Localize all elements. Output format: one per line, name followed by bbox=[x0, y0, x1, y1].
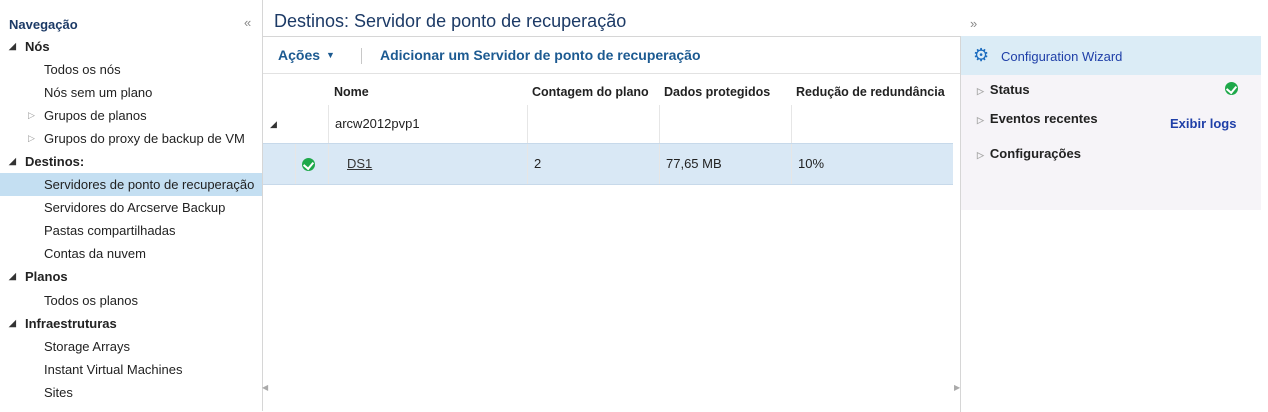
status-ok-icon bbox=[302, 158, 315, 172]
nav-group-label: Infraestruturas bbox=[25, 316, 117, 331]
nav-group-label: Planos bbox=[25, 269, 68, 284]
nav-item-label: Todos os nós bbox=[44, 62, 121, 77]
protected-data-cell: 77,65 MB bbox=[659, 144, 791, 184]
nav-item-label: Contas da nuvem bbox=[44, 246, 146, 261]
nav-item-cloud-accounts[interactable]: Contas da nuvem bbox=[0, 242, 262, 265]
toolbar: Ações ▼ Adicionar um Servidor de ponto de… bbox=[263, 37, 960, 74]
recent-events-label: Eventos recentes bbox=[989, 111, 1098, 126]
destinations-panel: Ações ▼ Adicionar um Servidor de ponto de… bbox=[262, 36, 961, 412]
plan-count-cell: 2 bbox=[527, 144, 659, 184]
nav-group-destinations[interactable]: ◢ Destinos: bbox=[0, 150, 262, 173]
nav-group-plans[interactable]: ◢ Planos bbox=[0, 265, 262, 288]
nav-item-label: Instant Virtual Machines bbox=[44, 362, 183, 377]
group-row-name: arcw2012pvp1 bbox=[328, 105, 527, 143]
navigation-header: Navegação « bbox=[0, 10, 262, 34]
view-logs-link[interactable]: Exibir logs bbox=[1170, 116, 1236, 131]
column-header-name[interactable]: Nome bbox=[334, 81, 369, 103]
table-row[interactable]: DS1 2 77,65 MB 10% bbox=[263, 143, 953, 185]
group-row-cell bbox=[659, 105, 791, 143]
status-cell bbox=[295, 144, 328, 184]
settings-section[interactable]: ▷ Configurações bbox=[977, 146, 1081, 161]
collapsed-triangle-icon: ▷ bbox=[977, 115, 984, 125]
recent-events-section[interactable]: ▷ Eventos recentes bbox=[977, 111, 1098, 126]
group-row-cell bbox=[527, 105, 659, 143]
group-row[interactable]: ◢ arcw2012pvp1 bbox=[263, 105, 953, 143]
nav-item-sites[interactable]: Sites bbox=[0, 381, 262, 404]
expanded-triangle-icon: ◢ bbox=[9, 271, 16, 281]
expanded-triangle-icon: ◢ bbox=[9, 156, 16, 166]
nav-item-storage-arrays[interactable]: Storage Arrays bbox=[0, 335, 262, 358]
gear-icon: ⚙ bbox=[973, 45, 990, 65]
data-store-link[interactable]: DS1 bbox=[347, 156, 372, 171]
collapsed-triangle-icon: ▷ bbox=[977, 150, 984, 160]
nav-item-label: Todos os planos bbox=[44, 293, 138, 308]
properties-section: ▷ Status ▷ Eventos recentes Exibir logs ▷ C… bbox=[961, 75, 1261, 210]
nav-group-infrastructures[interactable]: ◢ Infraestruturas bbox=[0, 312, 262, 335]
toolbar-divider bbox=[361, 48, 362, 64]
status-ok-icon bbox=[1225, 82, 1238, 95]
status-section[interactable]: ▷ Status bbox=[977, 82, 1030, 97]
nav-item-plan-groups[interactable]: ▷ Grupos de planos bbox=[0, 104, 262, 127]
nav-item-label: Grupos do proxy de backup de VM bbox=[44, 131, 245, 146]
nav-item-arcserve-backup-servers[interactable]: Servidores do Arcserve Backup bbox=[0, 196, 262, 219]
nav-item-label: Servidores de ponto de recuperação bbox=[44, 177, 255, 192]
nav-group-nodes[interactable]: ◢ Nós bbox=[0, 35, 262, 58]
column-header-plan-count[interactable]: Contagem do plano bbox=[532, 81, 649, 103]
status-label: Status bbox=[989, 82, 1030, 97]
nav-item-all-plans[interactable]: Todos os planos bbox=[0, 289, 262, 312]
dedup-cell: 10% bbox=[791, 144, 953, 184]
nav-item-vm-proxy-groups[interactable]: ▷ Grupos do proxy de backup de VM bbox=[0, 127, 262, 150]
nav-item-label: Pastas compartilhadas bbox=[44, 223, 176, 238]
expand-right-panel-icon[interactable]: » bbox=[970, 16, 977, 31]
data-store-name-cell: DS1 bbox=[328, 144, 527, 184]
nav-item-label: Grupos de planos bbox=[44, 108, 147, 123]
column-header-protected-data[interactable]: Dados protegidos bbox=[664, 81, 770, 103]
actions-label: Ações bbox=[278, 47, 321, 63]
collapsed-triangle-icon: ▷ bbox=[977, 86, 984, 96]
nav-item-label: Storage Arrays bbox=[44, 339, 130, 354]
nav-group-label: Destinos: bbox=[25, 154, 85, 169]
details-panel: ⚙ Configuration Wizard ▷ Status ▷ Eventos … bbox=[961, 36, 1261, 411]
scroll-left-icon[interactable]: ◀ bbox=[262, 383, 268, 392]
collapse-navigation-icon[interactable]: « bbox=[244, 15, 251, 30]
configuration-wizard-bar[interactable]: ⚙ Configuration Wizard bbox=[961, 36, 1261, 75]
nav-item-nodes-without-plan[interactable]: Nós sem um plano bbox=[0, 81, 262, 104]
group-row-cell bbox=[791, 105, 953, 143]
nav-item-label: Sites bbox=[44, 385, 73, 400]
collapsed-triangle-icon[interactable]: ▷ bbox=[28, 127, 35, 150]
actions-menu-button[interactable]: Ações ▼ bbox=[278, 47, 335, 63]
scroll-right-icon[interactable]: ▶ bbox=[954, 383, 960, 392]
expanded-triangle-icon: ◢ bbox=[9, 318, 16, 328]
navigation-panel: Navegação « ◢ Nós Todos os nós Nós sem u… bbox=[0, 0, 263, 411]
settings-label: Configurações bbox=[989, 146, 1081, 161]
nav-group-label: Nós bbox=[25, 39, 50, 54]
chevron-down-icon: ▼ bbox=[326, 50, 335, 60]
nav-item-recovery-point-servers[interactable]: Servidores de ponto de recuperação bbox=[0, 173, 262, 196]
configuration-wizard-link[interactable]: Configuration Wizard bbox=[1001, 49, 1122, 64]
expanded-triangle-icon[interactable]: ◢ bbox=[270, 105, 277, 143]
nav-item-shared-folders[interactable]: Pastas compartilhadas bbox=[0, 219, 262, 242]
column-header-dedup[interactable]: Redução de redundância bbox=[796, 81, 945, 103]
navigation-title: Navegação bbox=[9, 17, 78, 32]
expanded-triangle-icon: ◢ bbox=[9, 41, 16, 51]
page-title: Destinos: Servidor de ponto de recuperaç… bbox=[274, 11, 627, 31]
nav-item-instant-virtual-machines[interactable]: Instant Virtual Machines bbox=[0, 358, 262, 381]
nav-item-all-nodes[interactable]: Todos os nós bbox=[0, 58, 262, 81]
nav-item-label: Servidores do Arcserve Backup bbox=[44, 200, 226, 215]
nav-item-label: Nós sem um plano bbox=[44, 85, 153, 100]
add-recovery-point-server-button[interactable]: Adicionar um Servidor de ponto de recupe… bbox=[380, 47, 701, 63]
collapsed-triangle-icon[interactable]: ▷ bbox=[28, 104, 35, 127]
